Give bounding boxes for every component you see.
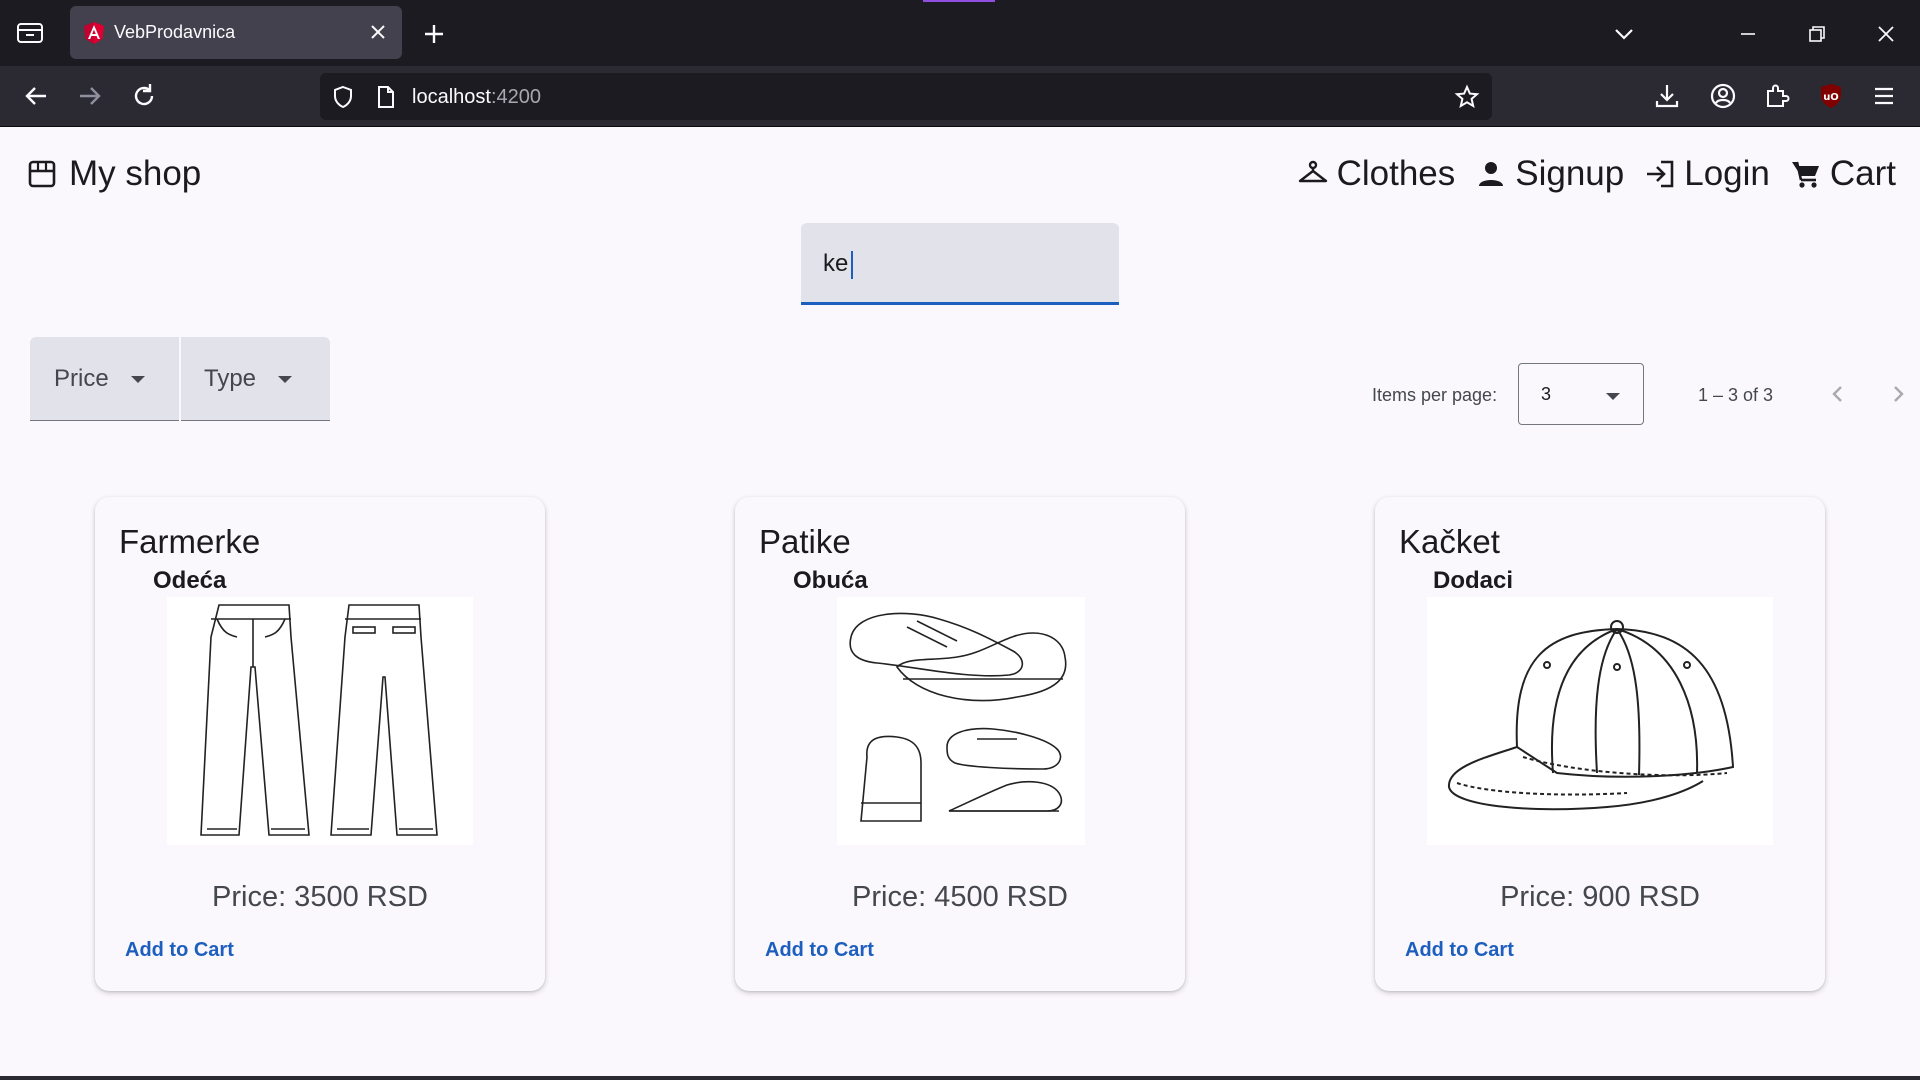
text-caret (851, 251, 853, 279)
type-filter-select[interactable]: Type (204, 337, 293, 421)
next-page-icon[interactable] (1882, 378, 1914, 410)
dropdown-arrow-icon (130, 375, 145, 383)
price-filter-label: Price (54, 365, 109, 392)
url-text: localhost:4200 (412, 86, 541, 109)
product-card: Kačket Dodaci Price: 900 RSD Add to Cart (1375, 497, 1825, 991)
browser-nav-bar: localhost:4200 uO (0, 66, 1920, 127)
downloads-icon[interactable] (1652, 81, 1682, 111)
back-icon[interactable] (20, 80, 52, 112)
items-per-page-select[interactable]: 3 (1518, 363, 1644, 425)
browser-tab-active[interactable]: VebProdavnica (70, 6, 402, 59)
restore-icon[interactable] (1803, 20, 1831, 48)
tracking-shield-icon[interactable] (330, 84, 356, 110)
nav-cart-link[interactable]: Cart (1790, 154, 1896, 194)
jeans-image (167, 597, 473, 845)
product-price: Price: 3500 RSD (212, 881, 428, 913)
nav-signup-link[interactable]: Signup (1475, 154, 1624, 194)
nav-login-label: Login (1684, 154, 1770, 193)
filter-bar: Price Type (30, 337, 330, 421)
nav-signup-label: Signup (1515, 154, 1625, 193)
storefront-icon (28, 160, 56, 188)
tab-list-icon[interactable] (14, 20, 46, 46)
extensions-icon[interactable] (1762, 81, 1792, 111)
paginator-range-label: 1 – 3 of 3 (1698, 385, 1774, 405)
sneakers-image (837, 597, 1085, 845)
items-per-page-value: 3 (1541, 384, 1552, 404)
top-nav: Clothes Signup Login Cart (1277, 154, 1896, 194)
product-type: Odeća (153, 567, 227, 594)
product-name: Patike (759, 523, 851, 560)
nav-login-link[interactable]: Login (1644, 154, 1770, 194)
nav-cart-label: Cart (1829, 154, 1896, 193)
dropdown-arrow-icon (278, 375, 293, 383)
menu-icon[interactable] (1869, 81, 1899, 111)
dropdown-arrow-icon (1606, 393, 1620, 400)
add-to-cart-button[interactable]: Add to Cart (1405, 939, 1514, 962)
product-price: Price: 900 RSD (1500, 881, 1700, 913)
search-input[interactable] (823, 247, 1103, 281)
minimize-icon[interactable] (1734, 20, 1762, 48)
hanger-icon (1298, 160, 1327, 183)
product-name: Farmerke (119, 523, 261, 560)
person-icon (1479, 162, 1504, 186)
url-host: localhost (412, 86, 491, 108)
page-content: My shop Clothes Signup Login Cart ke Pri… (0, 127, 1920, 1080)
previous-page-icon[interactable] (1822, 378, 1854, 410)
page-info-icon[interactable] (372, 84, 398, 110)
product-price: Price: 4500 RSD (852, 881, 1068, 913)
list-all-tabs-icon[interactable] (1610, 20, 1638, 48)
nav-clothes-label: Clothes (1336, 154, 1456, 193)
close-window-icon[interactable] (1872, 20, 1900, 48)
account-icon[interactable] (1708, 81, 1738, 111)
cap-image (1427, 597, 1773, 845)
price-filter-select[interactable]: Price (54, 337, 145, 421)
add-to-cart-button[interactable]: Add to Cart (125, 939, 234, 962)
product-name: Kačket (1399, 523, 1500, 560)
bookmark-star-icon[interactable] (1454, 84, 1480, 110)
product-type: Dodaci (1433, 567, 1514, 594)
login-icon (1647, 160, 1674, 188)
filter-divider (179, 337, 181, 421)
cart-icon (1791, 161, 1819, 188)
bottom-border (0, 1076, 1920, 1080)
product-card: Farmerke Odeća Price: 3500 RSD Add to Ca… (95, 497, 545, 991)
product-card: Patike Obuća Price: 4500 RSD Add to Cart (735, 497, 1185, 991)
tab-title: VebProdavnica (114, 22, 236, 42)
new-tab-icon[interactable] (420, 20, 448, 48)
reload-icon[interactable] (128, 80, 160, 112)
tab-accent-line (923, 0, 995, 2)
url-port: :4200 (490, 86, 541, 108)
nav-clothes-link[interactable]: Clothes (1297, 154, 1456, 194)
address-bar[interactable]: localhost:4200 (320, 73, 1492, 120)
paginator: Items per page: 3 1 – 3 of 3 (1320, 363, 1920, 425)
ublock-origin-icon[interactable]: uO (1816, 81, 1846, 111)
browser-tab-bar: VebProdavnica (0, 0, 1920, 66)
type-filter-label: Type (204, 365, 257, 392)
items-per-page-label: Items per page: (1372, 385, 1498, 405)
close-tab-icon[interactable] (368, 22, 388, 42)
forward-icon[interactable] (74, 80, 106, 112)
svg-text:uO: uO (1823, 92, 1839, 103)
product-type: Obuća (793, 567, 868, 594)
brand-link[interactable]: My shop (27, 154, 201, 194)
search-field[interactable] (801, 223, 1119, 305)
add-to-cart-button[interactable]: Add to Cart (765, 939, 874, 962)
angular-favicon-icon (84, 22, 104, 44)
brand-title: My shop (69, 154, 202, 193)
